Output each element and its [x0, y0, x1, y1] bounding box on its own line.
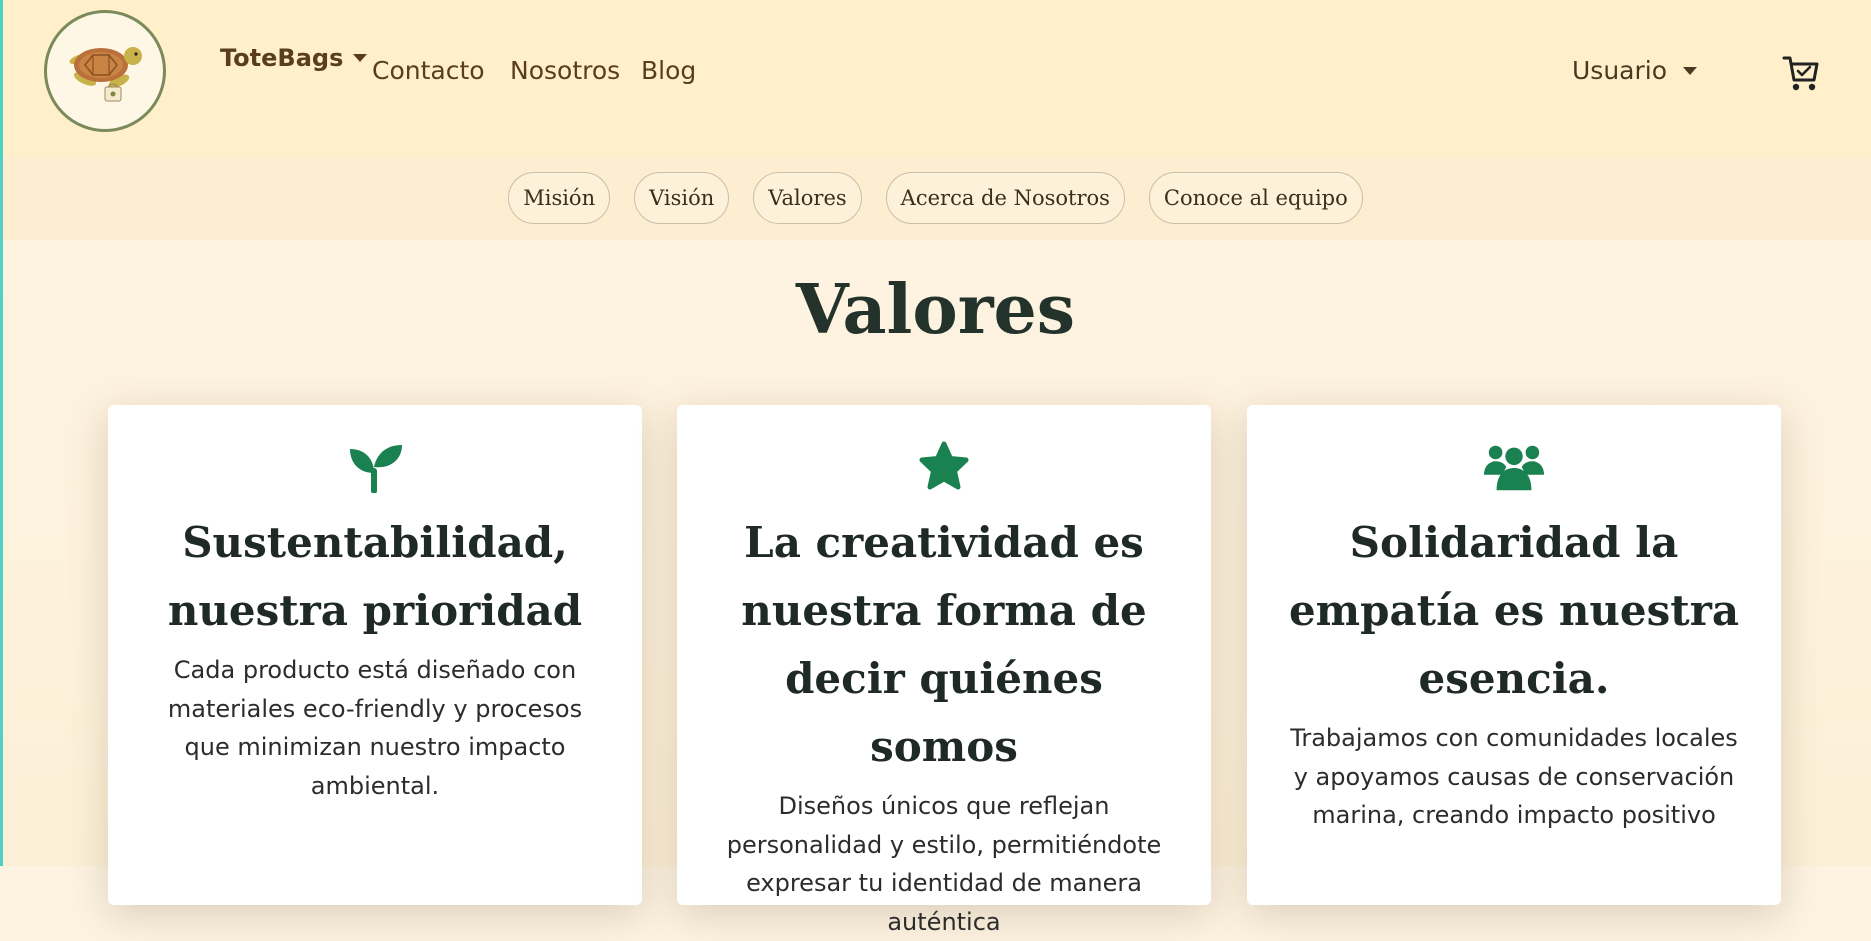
- value-card: Solidaridad la empatía es nuestra esenci…: [1247, 405, 1781, 905]
- card-text: Cada producto está diseñado con material…: [167, 656, 583, 800]
- top-navbar: ToteBags Contacto Nosotros Blog Usuario: [0, 0, 1871, 156]
- turtle-tote-logo-icon[interactable]: [44, 10, 166, 132]
- nav-link-nosotros[interactable]: Nosotros: [510, 56, 620, 85]
- shopping-cart-icon[interactable]: [1782, 54, 1820, 94]
- section-subnav: Misión Visión Valores Acerca de Nosotros…: [0, 156, 1871, 240]
- seedling-icon: [350, 445, 402, 493]
- brand-label: ToteBags: [220, 44, 344, 72]
- star-icon: [919, 441, 969, 490]
- user-menu-label: Usuario: [1572, 56, 1668, 85]
- nav-link-blog[interactable]: Blog: [641, 56, 696, 85]
- brand-dropdown[interactable]: ToteBags: [220, 44, 368, 72]
- user-dropdown[interactable]: Usuario: [1572, 56, 1698, 85]
- main-content: Valores Sustentabilidad, nuestra priorid…: [0, 240, 1871, 936]
- page-title: Valores: [795, 270, 1076, 350]
- people-group-icon: [1483, 445, 1545, 491]
- card-title: Solidaridad la empatía es nuestra esenci…: [1288, 518, 1740, 703]
- subnav-item-acerca[interactable]: Acerca de Nosotros: [885, 172, 1125, 224]
- card-title: Sustentabilidad, nuestra prioridad: [167, 518, 583, 635]
- subnav-item-equipo[interactable]: Conoce al equipo: [1148, 172, 1363, 224]
- value-card: La creatividad es nuestra forma de decir…: [677, 405, 1211, 936]
- chevron-down-icon: [1683, 66, 1698, 75]
- nav-link-contacto[interactable]: Contacto: [372, 56, 485, 85]
- subnav-item-vision[interactable]: Visión: [634, 172, 730, 224]
- window-edge: [0, 0, 3, 866]
- value-card: Sustentabilidad, nuestra prioridad Cada …: [108, 405, 642, 905]
- card-title: La creatividad es nuestra forma de decir…: [741, 518, 1147, 771]
- subnav-item-mision[interactable]: Misión: [508, 172, 611, 224]
- chevron-down-icon: [353, 54, 368, 62]
- subnav-item-valores[interactable]: Valores: [753, 172, 862, 224]
- card-text: Trabajamos con comunidades locales y apo…: [1290, 724, 1738, 829]
- card-text: Diseños únicos que reflejan personalidad…: [726, 792, 1162, 936]
